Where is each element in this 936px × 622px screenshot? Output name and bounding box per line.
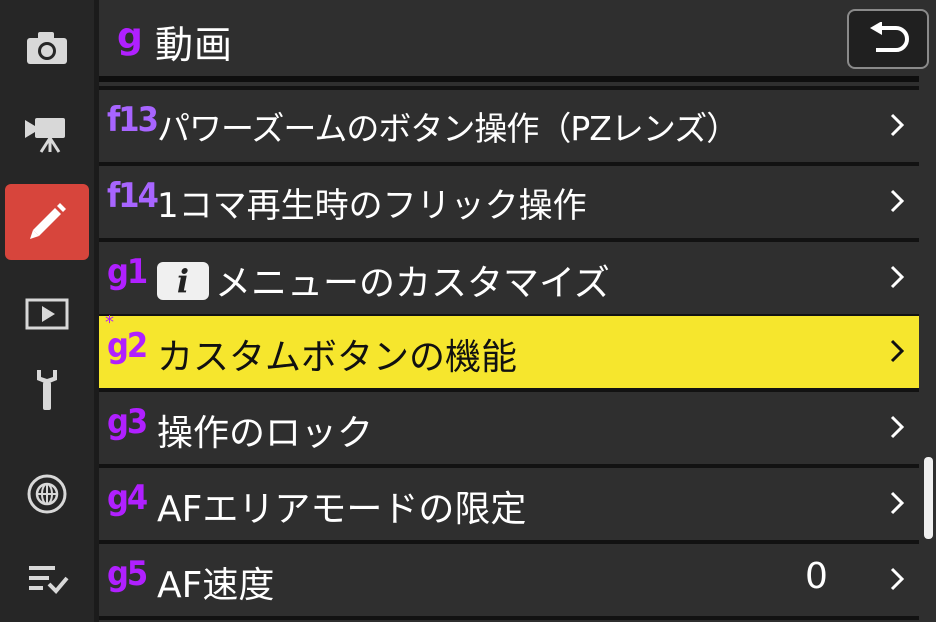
row-code: g3 <box>107 402 148 442</box>
back-button[interactable] <box>847 9 929 69</box>
chevron-right-icon <box>890 567 905 591</box>
row-label: メニューのカスタマイズ <box>215 263 610 304</box>
camera-icon[interactable] <box>6 10 88 86</box>
row-label: AF速度 <box>157 565 275 606</box>
wrench-icon[interactable] <box>6 352 88 428</box>
row-code: g1 <box>107 252 148 292</box>
header-divider <box>99 76 919 82</box>
row-label: 1コマ再生時のフリック操作 <box>157 186 587 226</box>
menu-row-f14[interactable]: f14 1コマ再生時のフリック操作 <box>99 166 919 238</box>
playback-icon[interactable] <box>6 276 88 352</box>
return-arrow-icon <box>870 22 909 52</box>
row-label: パワーズームのボタン操作（PZレンズ） <box>157 109 739 148</box>
network-icon[interactable] <box>6 456 88 532</box>
menu-row-g5[interactable]: g5 AF速度 0 <box>99 544 919 616</box>
info-i-icon: i <box>157 262 209 300</box>
chevron-right-icon <box>890 415 905 439</box>
row-code: f14 <box>107 176 159 216</box>
row-code: f13 <box>107 100 159 140</box>
menu-row-g2[interactable]: * g2 カスタムボタンの機能 <box>99 312 919 388</box>
row-code: g5 <box>107 554 148 594</box>
chevron-right-icon <box>890 113 905 137</box>
menu-header: g 動画 <box>99 0 936 78</box>
row-label-wrapper: i メニューのカスタマイズ <box>157 254 610 306</box>
chevron-right-icon <box>890 189 905 213</box>
scrollbar-track[interactable] <box>921 82 936 622</box>
row-label: 操作のロック <box>157 413 374 454</box>
row-code: g4 <box>107 478 148 518</box>
scrollbar-thumb[interactable] <box>924 457 933 539</box>
row-label: AFエリアモードの限定 <box>157 489 527 530</box>
chevron-right-icon <box>890 265 905 289</box>
row-label: カスタムボタンの機能 <box>157 337 518 378</box>
row-code: g2 <box>107 326 148 366</box>
pencil-icon[interactable] <box>5 184 89 260</box>
menu-row-f13[interactable]: f13 パワーズームのボタン操作（PZレンズ） <box>99 90 919 162</box>
page-title: 動画 <box>155 23 234 67</box>
my-menu-icon[interactable] <box>6 540 88 616</box>
sidebar <box>0 0 94 622</box>
row-divider <box>99 616 919 620</box>
menu-row-g1[interactable]: g1 i メニューのカスタマイズ <box>99 242 919 314</box>
row-value: 0 <box>805 556 828 597</box>
menu-row-g3[interactable]: g3 操作のロック <box>99 392 919 464</box>
menu-row-g4[interactable]: g4 AFエリアモードの限定 <box>99 468 919 540</box>
chevron-right-icon <box>890 491 905 515</box>
menu-code: g <box>117 16 143 57</box>
movie-camera-icon[interactable] <box>6 94 88 170</box>
chevron-right-icon <box>890 339 905 363</box>
